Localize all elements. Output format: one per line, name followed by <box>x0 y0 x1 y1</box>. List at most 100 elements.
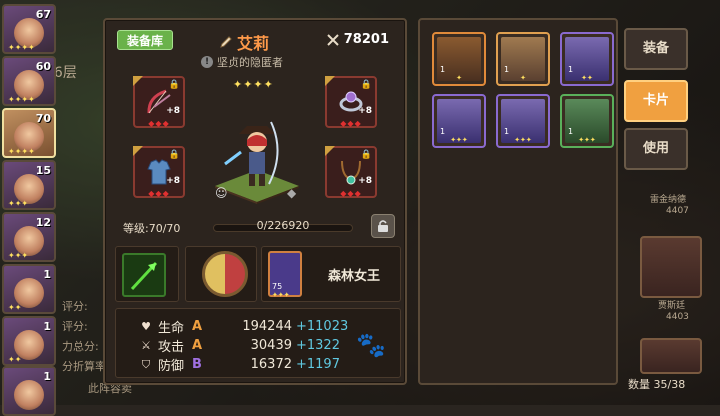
inventory-card[interactable]: 1 ✦✦✦ <box>432 94 486 148</box>
inventory-card[interactable]: 1 ✦✦ <box>560 32 614 86</box>
shield-icon: ⛉ <box>141 357 151 371</box>
inventory-card[interactable]: 1 ✦ <box>496 32 550 86</box>
stats-panel: ♥ 生命 A 194244 +11023 ⚔ 攻击 A 30439 +1322 … <box>115 308 401 378</box>
card-slot[interactable]: 75 ✦✦✦ 森林女王 <box>261 246 401 302</box>
bg-power-label: 力总分: <box>62 340 99 353</box>
inventory-card[interactable]: 1 ✦ <box>432 32 486 86</box>
card-count: 1 <box>568 127 574 136</box>
stat-label: 生命 <box>158 321 185 336</box>
hero-portrait[interactable]: 60 ✦✦✦✦ <box>2 56 56 106</box>
equip-slot-ring[interactable]: 🔒 +8 ◆◆◆ <box>325 76 377 128</box>
card-inventory-panel: 1 ✦ 1 ✦ 1 ✦✦ 1 ✦✦✦ 1 ✦✦✦ 1 ✦✦✦ <box>418 18 618 385</box>
skill-slot[interactable] <box>115 246 179 302</box>
hero-portrait[interactable]: 15 ✦✦✦ <box>2 160 56 210</box>
hero-list: 67 ✦✦✦✦ 60 ✦✦✦✦ 70 ✦✦✦✦ 15 ✦✦✦ 12 ✦✦✦ 1 … <box>0 0 58 416</box>
bg-rating-label: 评分: <box>62 300 88 313</box>
star-icon: ✦✦✦ <box>8 199 29 208</box>
power-value: 78201 <box>343 32 389 47</box>
power-rating: 78201 <box>326 32 389 47</box>
star-icon: ✦✦✦ <box>450 136 468 144</box>
hero-face <box>14 380 44 410</box>
hero-level: 1 <box>43 320 51 333</box>
crossed-swords-icon <box>327 33 339 46</box>
paw-icon[interactable]: 🐾 <box>356 331 386 359</box>
stat-grade: B <box>192 357 202 372</box>
hero-level: 70 <box>35 112 51 125</box>
star-icon: ✦✦ <box>581 74 593 82</box>
inventory-count: 数量 35/38 <box>628 378 686 391</box>
heart-icon: ♥ <box>141 320 151 333</box>
hero-level: 67 <box>35 8 51 21</box>
skill-icon <box>122 253 166 297</box>
card-count: 1 <box>440 65 446 74</box>
level-lock-button[interactable] <box>371 214 395 238</box>
emblem-slot[interactable] <box>185 246 257 302</box>
info-icon[interactable]: ! <box>201 56 213 68</box>
stat-row-hp: ♥ 生命 A 194244 +11023 <box>140 317 348 336</box>
lock-icon: 🔒 <box>360 80 372 90</box>
stat-row-defense: ⛉ 防御 B 16372 +1197 <box>140 355 340 374</box>
gem-icon: ◆◆◆ <box>148 189 170 198</box>
stat-grade: A <box>192 338 203 353</box>
star-icon: ✦✦✦✦ <box>8 95 35 104</box>
star-icon: ✦✦✦ <box>514 136 532 144</box>
star-icon: ✦✦ <box>8 355 22 364</box>
stat-row-attack: ⚔ 攻击 A 30439 +1322 <box>140 336 340 355</box>
tab-equipment[interactable]: 装备 <box>624 28 688 70</box>
card-count: 1 <box>504 65 510 74</box>
inventory-card[interactable]: 1 ✦✦✦ <box>560 94 614 148</box>
hero-level: 1 <box>43 370 51 383</box>
card-count: 1 <box>568 65 574 74</box>
gem-icon: ◆◆◆ <box>148 119 170 128</box>
tab-cards[interactable]: 卡片 <box>624 80 688 122</box>
enhance-level: +8 <box>358 176 372 186</box>
card-count: 1 <box>504 127 510 136</box>
hero-portrait[interactable]: 1 ✦✦ <box>2 264 56 314</box>
pencil-icon <box>220 36 232 48</box>
stat-label: 防御 <box>158 359 185 374</box>
equip-slot-armor[interactable]: 🔒 +8 ◆◆◆ <box>133 146 185 198</box>
bg-hero-score: 4403 <box>666 312 689 322</box>
equipment-repo-button[interactable]: 装备库 <box>117 30 173 50</box>
corner-badge <box>325 146 335 156</box>
enhance-level: +8 <box>166 106 180 116</box>
hero-portrait[interactable]: 1 <box>2 366 56 416</box>
stat-bonus: +11023 <box>296 319 349 334</box>
star-icon: ✦ <box>520 74 526 82</box>
star-icon: ✦✦ <box>8 303 22 312</box>
hero-portrait-selected[interactable]: 70 ✦✦✦✦ <box>2 108 56 158</box>
hero-name-text: 艾莉 <box>237 34 270 53</box>
star-icon: ✦✦✦ <box>8 251 29 260</box>
equipment-panel: 装备库 艾莉 78201 ! 坚贞的隐匿者 ✦✦✦✦ 🔒 +8 ◆◆◆ 🔒 +8… <box>103 18 407 385</box>
card-name: 森林女王 <box>328 269 381 284</box>
gem-icon: ◆◆◆ <box>340 119 362 128</box>
inventory-card[interactable]: 1 ✦✦✦ <box>496 94 550 148</box>
gem-icon: ◆◆◆ <box>340 189 362 198</box>
star-icon: ✦✦✦ <box>272 291 290 299</box>
hero-portrait[interactable]: 12 ✦✦✦ <box>2 212 56 262</box>
stat-grade: A <box>192 319 203 334</box>
hero-portrait[interactable]: 1 ✦✦ <box>2 316 56 366</box>
hero-portrait[interactable]: 67 ✦✦✦✦ <box>2 4 56 54</box>
hero-level: 15 <box>35 164 51 177</box>
equip-slot-weapon[interactable]: 🔒 +8 ◆◆◆ <box>133 76 185 128</box>
stat-label: 攻击 <box>158 340 185 355</box>
hero-name[interactable]: 艾莉 <box>219 30 269 54</box>
pet-icon: ☺ <box>215 186 228 200</box>
corner-badge <box>133 76 143 86</box>
tab-use[interactable]: 使用 <box>624 128 688 170</box>
sword-icon: ⚔ <box>141 339 151 352</box>
bg-hero-score: 4407 <box>666 206 689 216</box>
xp-text: 0/226920 <box>256 219 310 232</box>
hero-level: 60 <box>35 60 51 73</box>
equip-slot-necklace[interactable]: 🔒 +8 ◆◆◆ <box>325 146 377 198</box>
hero-level: 1 <box>43 268 51 281</box>
padlock-icon <box>378 220 388 232</box>
hero-subtitle-text: 坚贞的隐匿者 <box>217 56 283 69</box>
stat-bonus: +1197 <box>296 357 340 372</box>
arrow-skill-icon <box>130 261 158 291</box>
bg-hero-name: 贾斯廷 <box>658 301 686 311</box>
bg-hero-name: 雷金纳德 <box>650 195 687 205</box>
stat-bonus: +1322 <box>296 338 340 353</box>
card-icon: 75 ✦✦✦ <box>268 251 302 299</box>
